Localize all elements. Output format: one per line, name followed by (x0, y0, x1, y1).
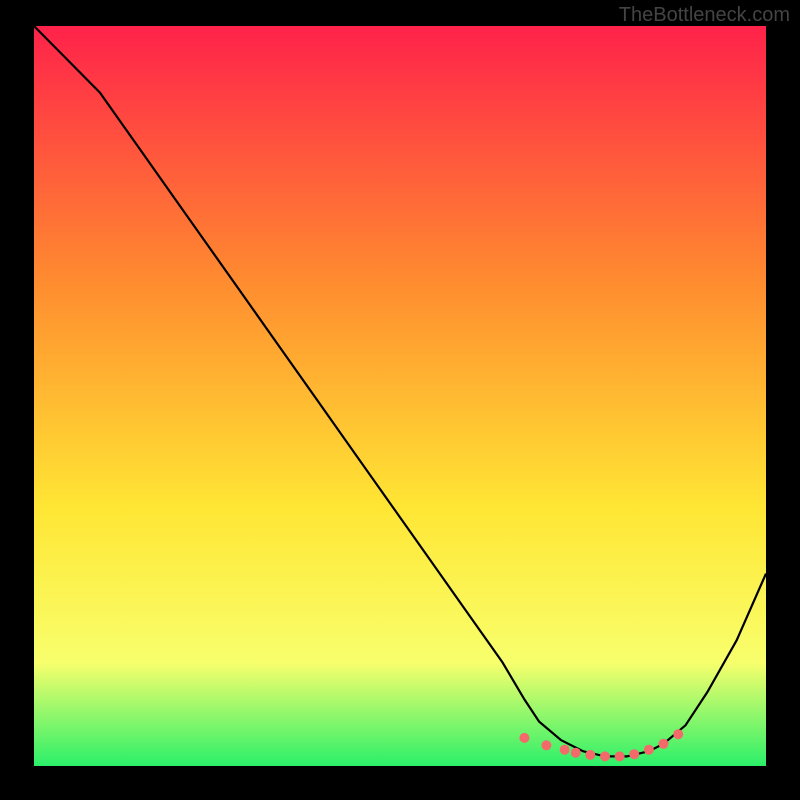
marker-dot (571, 748, 581, 758)
chart-plot-area (34, 26, 766, 766)
marker-dot (615, 751, 625, 761)
marker-dot (659, 739, 669, 749)
marker-dot (600, 751, 610, 761)
marker-dot (519, 733, 529, 743)
watermark-text: TheBottleneck.com (619, 4, 790, 27)
marker-dot (585, 750, 595, 760)
gradient-background (34, 26, 766, 766)
marker-dot (541, 740, 551, 750)
marker-dot (673, 729, 683, 739)
chart-svg (34, 26, 766, 766)
marker-dot (629, 749, 639, 759)
marker-dot (560, 745, 570, 755)
marker-dot (644, 745, 654, 755)
